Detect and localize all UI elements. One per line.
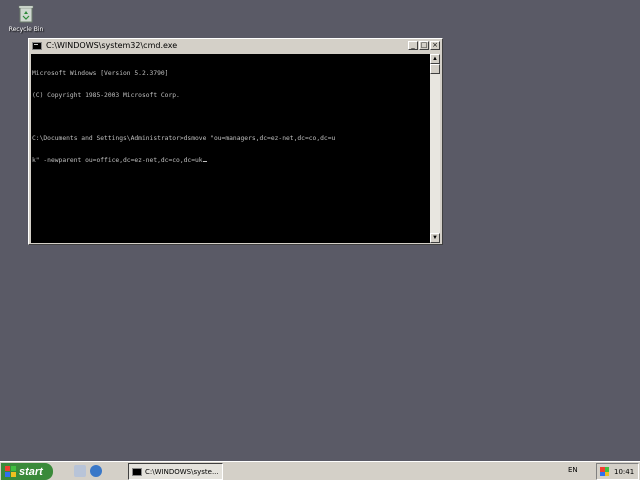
console-line: ​ bbox=[32, 114, 431, 121]
cmd-window[interactable]: C:\WINDOWS\system32\cmd.exe _ □ × Micros… bbox=[28, 38, 443, 245]
show-desktop-icon[interactable] bbox=[74, 465, 86, 477]
scroll-down-arrow-icon[interactable]: ▼ bbox=[430, 233, 440, 243]
network-icon[interactable] bbox=[600, 467, 609, 476]
taskbar: start C:\WINDOWS\syste... EN 10:41 bbox=[0, 461, 640, 480]
system-tray: 10:41 bbox=[596, 463, 639, 480]
console-line: Microsoft Windows [Version 5.2.3790] bbox=[32, 70, 169, 78]
taskbar-cmd-label: C:\WINDOWS\syste... bbox=[145, 467, 219, 476]
start-button[interactable]: start bbox=[1, 463, 53, 480]
maximize-button[interactable]: □ bbox=[419, 41, 429, 50]
clock[interactable]: 10:41 bbox=[614, 468, 634, 476]
close-button[interactable]: × bbox=[430, 41, 440, 50]
scroll-up-arrow-icon[interactable]: ▲ bbox=[430, 54, 440, 64]
recycle-bin-label: Recycle Bin bbox=[8, 26, 44, 33]
start-label: start bbox=[19, 465, 43, 478]
recycle-bin[interactable]: Recycle Bin bbox=[4, 4, 48, 33]
console-line: (C) Copyright 1985-2003 Microsoft Corp. bbox=[32, 92, 180, 100]
minimize-button[interactable]: _ bbox=[408, 41, 418, 50]
window-title: C:\WINDOWS\system32\cmd.exe bbox=[46, 41, 178, 50]
taskbar-cmd-button[interactable]: C:\WINDOWS\syste... bbox=[128, 463, 223, 480]
title-bar[interactable]: C:\WINDOWS\system32\cmd.exe _ □ × bbox=[29, 39, 442, 52]
internet-explorer-icon[interactable] bbox=[90, 465, 102, 477]
cmd-icon bbox=[132, 467, 142, 476]
windows-logo-icon bbox=[5, 466, 16, 477]
console-line: k" -newparent ou=office,dc=ez-net,dc=co,… bbox=[32, 156, 203, 164]
cmd-icon bbox=[32, 41, 42, 50]
console-line: C:\Documents and Settings\Administrator>… bbox=[32, 135, 336, 143]
vertical-scrollbar[interactable]: ▲ ▼ bbox=[430, 54, 440, 243]
text-cursor bbox=[202, 160, 207, 162]
scroll-thumb[interactable] bbox=[430, 64, 440, 74]
recycle-bin-icon bbox=[17, 4, 35, 24]
console-output[interactable]: Microsoft Windows [Version 5.2.3790] (C)… bbox=[31, 54, 432, 243]
language-indicator[interactable]: EN bbox=[568, 466, 578, 474]
